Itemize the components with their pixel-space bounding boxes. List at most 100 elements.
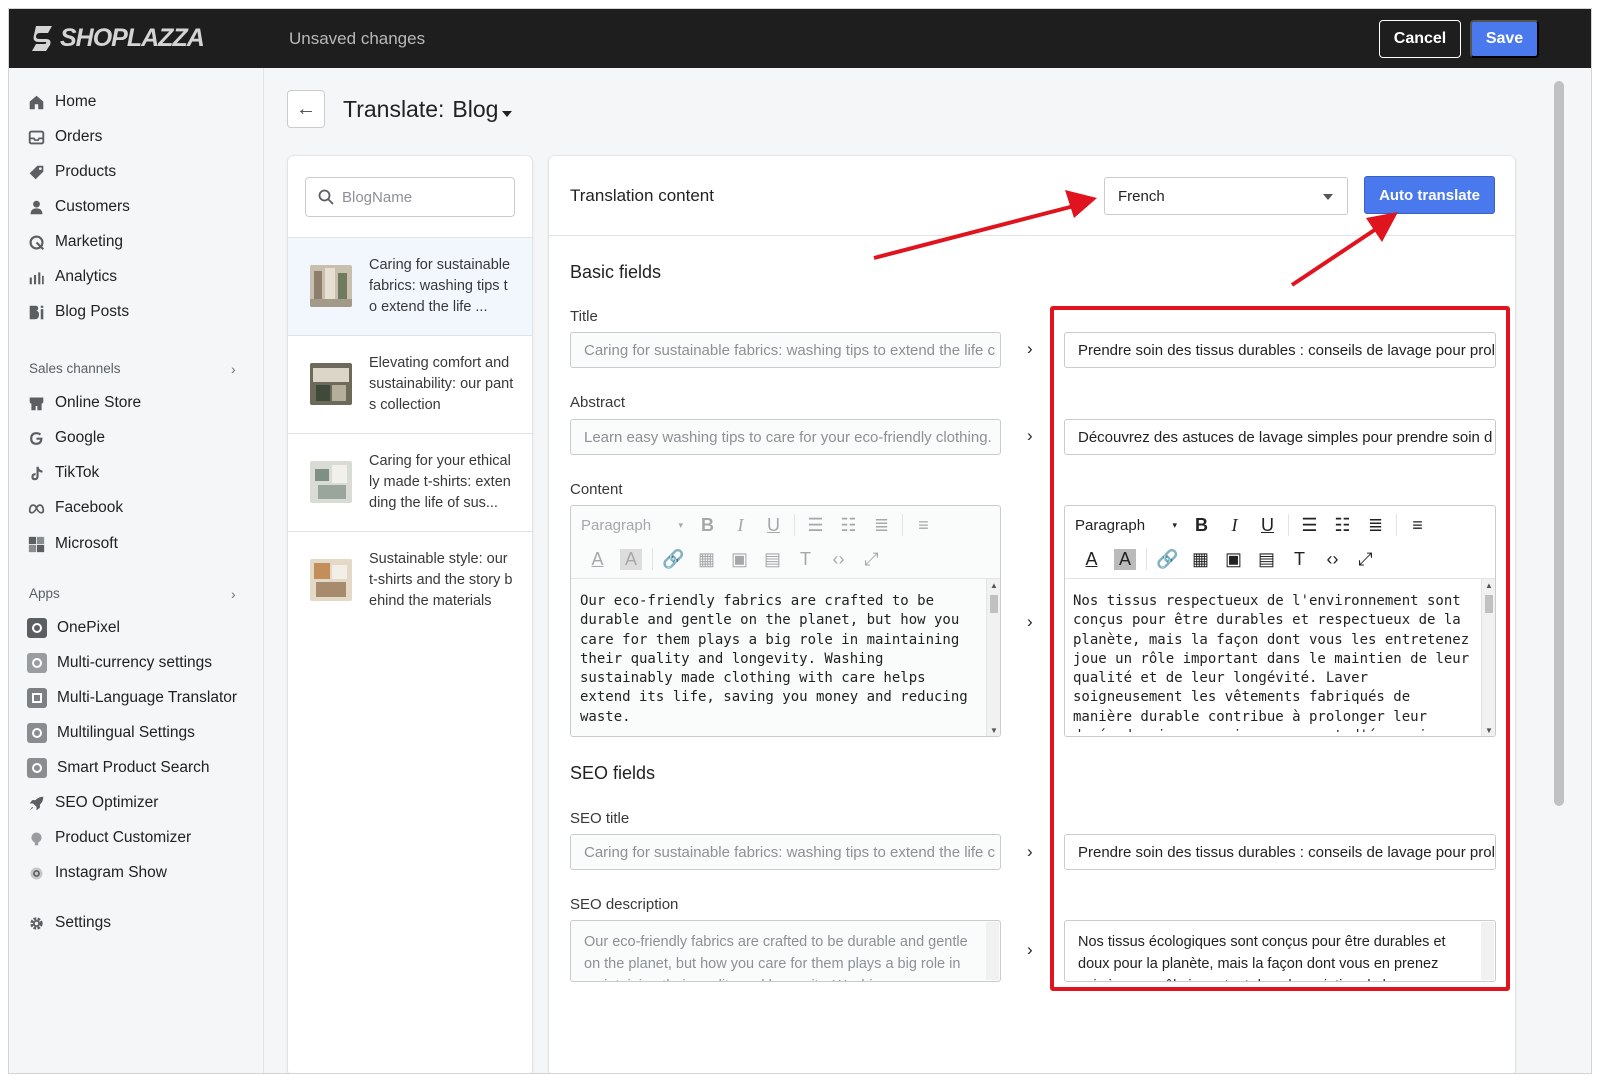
chevron-right-icon[interactable]: › bbox=[231, 361, 236, 377]
customizer-icon bbox=[27, 829, 45, 847]
orders-icon bbox=[27, 128, 45, 146]
blog-list-item[interactable]: Caring for your ethically made t-shirts:… bbox=[288, 433, 532, 531]
image-icon: ▣ bbox=[730, 548, 748, 569]
sidebar-item-products[interactable]: Products bbox=[27, 159, 116, 185]
link-icon[interactable]: 🔗 bbox=[1151, 549, 1184, 570]
blog-list-item[interactable]: Sustainable style: our t-shirts and the … bbox=[288, 531, 532, 629]
sidebar-item-online-store[interactable]: Online Store bbox=[27, 390, 141, 416]
sidebar-item-marketing[interactable]: Marketing bbox=[27, 229, 123, 255]
search-icon bbox=[318, 189, 334, 205]
scrollbar[interactable] bbox=[986, 922, 999, 980]
scrollbar[interactable]: ▲ ▼ bbox=[986, 579, 1000, 736]
highlight-icon[interactable]: A bbox=[1114, 548, 1136, 570]
sidebar-item-tiktok[interactable]: TikTok bbox=[27, 460, 99, 486]
blog-list-item[interactable]: Caring for sustainable fabrics: washing … bbox=[288, 237, 532, 335]
cancel-button[interactable]: Cancel bbox=[1379, 20, 1461, 58]
numbered-list-icon: ☷ bbox=[840, 514, 857, 535]
sidebar-item-product-customizer[interactable]: Product Customizer bbox=[27, 825, 191, 851]
apps-heading[interactable]: Apps › bbox=[29, 586, 236, 602]
seo-description-source-text: Our eco-friendly fabrics are crafted to … bbox=[584, 934, 968, 981]
instagram-icon bbox=[27, 864, 45, 882]
code-icon: ‹› bbox=[832, 548, 845, 569]
seo-title-translation-field[interactable]: Prendre soin des tissus durables : conse… bbox=[1064, 834, 1496, 870]
main-content: ← Translate: Blog BlogName Caring for su… bbox=[265, 68, 1591, 1073]
brand-logo[interactable]: SHOPLAZZA bbox=[30, 23, 205, 53]
sidebar-item-label: Marketing bbox=[55, 233, 124, 250]
multilingual-icon bbox=[27, 723, 47, 743]
page-title: Translate: Blog bbox=[343, 96, 513, 123]
sidebar-item-microsoft[interactable]: Microsoft bbox=[27, 531, 118, 557]
sidebar-item-label: Multi-currency settings bbox=[57, 654, 213, 671]
content-translation-text[interactable]: Nos tissus respectueux de l'environnemen… bbox=[1073, 592, 1477, 732]
italic-icon: I bbox=[737, 514, 744, 535]
image-icon[interactable]: ▣ bbox=[1217, 549, 1250, 570]
sidebar-item-instagram-show[interactable]: Instagram Show bbox=[27, 860, 167, 886]
section-label: Sales channels bbox=[29, 361, 121, 376]
fullscreen-icon[interactable]: ⤢ bbox=[1349, 549, 1382, 570]
search-input[interactable]: BlogName bbox=[305, 177, 515, 217]
underline-icon[interactable]: U bbox=[1251, 515, 1284, 536]
highlight-icon: A bbox=[620, 548, 642, 570]
sidebar-item-label: Customers bbox=[55, 198, 130, 215]
store-icon bbox=[27, 394, 45, 412]
sidebar-item-multilingual-settings[interactable]: Multilingual Settings bbox=[27, 720, 195, 746]
scrollbar[interactable]: ▲ ▼ bbox=[1481, 579, 1495, 736]
sidebar-item-onepixel[interactable]: OnePixel bbox=[27, 615, 120, 641]
sidebar-item-label: Microsoft bbox=[55, 535, 118, 552]
bullet-list-icon: ☰ bbox=[807, 514, 824, 535]
italic-icon[interactable]: I bbox=[1218, 515, 1251, 536]
bullet-list-icon[interactable]: ☰ bbox=[1293, 515, 1326, 536]
sidebar-item-google[interactable]: Google bbox=[27, 425, 105, 451]
numbered-list-icon[interactable]: ☷ bbox=[1326, 515, 1359, 536]
align-icon[interactable]: ≡ bbox=[1401, 515, 1434, 536]
sidebar-item-home[interactable]: Home bbox=[27, 89, 96, 115]
sidebar-item-label: Instagram Show bbox=[55, 864, 167, 881]
code-icon[interactable]: ‹› bbox=[1316, 549, 1349, 570]
meta-icon bbox=[27, 499, 45, 517]
sales-channels-heading[interactable]: Sales channels › bbox=[29, 361, 236, 377]
paragraph-format-select[interactable]: Paragraph ▾ bbox=[1075, 517, 1185, 534]
sidebar: Home Orders Products Customers Marketing… bbox=[9, 68, 264, 1073]
sidebar-item-blog-posts[interactable]: Blog Posts bbox=[27, 299, 129, 325]
sidebar-item-orders[interactable]: Orders bbox=[27, 124, 102, 150]
language-select[interactable]: French bbox=[1104, 177, 1348, 215]
bold-icon[interactable]: B bbox=[1185, 515, 1218, 536]
sidebar-item-label: Online Store bbox=[55, 394, 142, 411]
seo-description-translation-text[interactable]: Nos tissus écologiques sont conçus pour … bbox=[1078, 934, 1446, 981]
page-scrollbar[interactable] bbox=[1551, 79, 1567, 1064]
auto-translate-button[interactable]: Auto translate bbox=[1364, 176, 1495, 214]
table-icon[interactable]: ▦ bbox=[1184, 549, 1217, 570]
resource-type-dropdown[interactable]: Blog bbox=[452, 96, 513, 123]
text-color-icon[interactable]: A bbox=[1075, 549, 1108, 570]
language-select-value: French bbox=[1118, 187, 1165, 205]
sidebar-item-multi-currency[interactable]: Multi-currency settings bbox=[27, 650, 212, 676]
sidebar-item-label: Multi-Language Translator bbox=[57, 689, 238, 706]
currency-icon bbox=[27, 653, 47, 673]
sidebar-item-seo-optimizer[interactable]: SEO Optimizer bbox=[27, 790, 158, 816]
sidebar-item-label: Multilingual Settings bbox=[57, 724, 195, 741]
sidebar-item-multi-language-translator[interactable]: Multi-Language Translator bbox=[27, 685, 237, 711]
sidebar-item-customers[interactable]: Customers bbox=[27, 194, 130, 220]
blog-list-item[interactable]: Elevating comfort and sustainability: ou… bbox=[288, 335, 532, 433]
sidebar-item-smart-product-search[interactable]: Smart Product Search bbox=[27, 755, 209, 781]
clear-format-icon[interactable]: T bbox=[1283, 549, 1316, 570]
content-translation-editor[interactable]: Paragraph ▾ B I U ☰ ☷ ≣ ≡ A A 🔗 ▦ ▣ ▤ T … bbox=[1064, 505, 1496, 737]
indent-icon[interactable]: ≣ bbox=[1359, 515, 1392, 536]
bold-icon: B bbox=[701, 514, 714, 535]
sidebar-item-settings[interactable]: Settings bbox=[27, 910, 111, 936]
scrollbar[interactable] bbox=[1481, 922, 1494, 980]
abstract-translation-field[interactable]: Découvrez des astuces de lavage simples … bbox=[1064, 419, 1496, 455]
sidebar-item-label: Facebook bbox=[55, 499, 124, 516]
seo-description-translation-field[interactable]: Nos tissus écologiques sont conçus pour … bbox=[1064, 920, 1496, 982]
sidebar-item-label: Analytics bbox=[55, 268, 118, 285]
sidebar-item-facebook[interactable]: Facebook bbox=[27, 495, 123, 521]
field-label: Abstract bbox=[570, 394, 626, 411]
sidebar-item-analytics[interactable]: Analytics bbox=[27, 264, 117, 290]
editor-header: Translation content French Auto translat… bbox=[549, 156, 1515, 236]
title-translation-field[interactable]: Prendre soin des tissus durables : conse… bbox=[1064, 332, 1496, 368]
back-button[interactable]: ← bbox=[287, 90, 325, 128]
video-icon[interactable]: ▤ bbox=[1250, 549, 1283, 570]
field-label: SEO description bbox=[570, 896, 679, 913]
save-button[interactable]: Save bbox=[1470, 20, 1539, 58]
chevron-right-icon[interactable]: › bbox=[231, 586, 236, 602]
